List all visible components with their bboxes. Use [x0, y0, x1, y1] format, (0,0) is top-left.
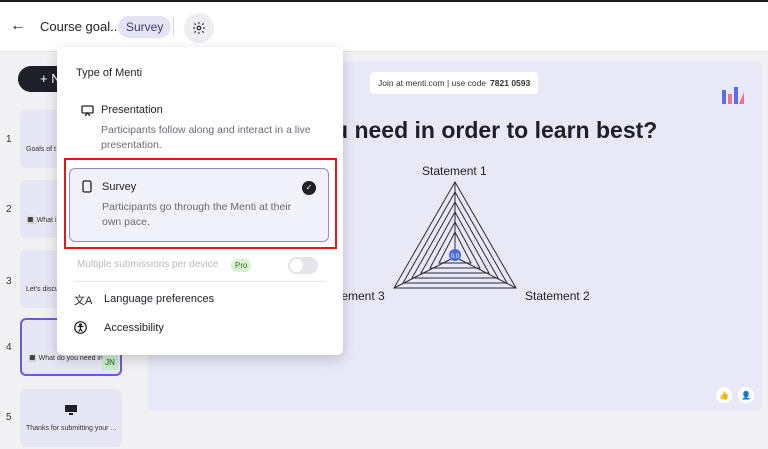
statement-1-label: Statement 1: [422, 164, 487, 178]
slide-number: 4: [6, 342, 12, 353]
presentation-icon: [81, 105, 94, 117]
slide-thumbnail-label: Thanks for submitting your ...: [26, 425, 117, 432]
slide-number: 5: [6, 412, 12, 423]
statement-3-label: tement 3: [338, 289, 385, 303]
join-code: 7821 0593: [490, 78, 531, 88]
option-presentation[interactable]: Presentation Participants follow along a…: [69, 97, 329, 155]
thumbs-up-icon[interactable]: 👍: [716, 387, 732, 403]
mentimeter-logo-icon: [722, 87, 744, 104]
slide-number: 2: [6, 204, 12, 215]
radar-chart: 0.0: [393, 180, 517, 289]
radar-center-value: 0.0: [451, 254, 460, 260]
slide-thumbnail-label: Let's discu: [26, 286, 59, 293]
participant-icon[interactable]: 👤: [738, 387, 754, 403]
translate-icon: 文A: [74, 295, 93, 307]
toggle-knob: [290, 259, 303, 272]
menu-divider: [74, 281, 326, 282]
option-description: Participants follow along and interact i…: [101, 124, 311, 151]
slide-thumbnail-label: 🔳 What i: [26, 217, 57, 224]
settings-button[interactable]: [184, 13, 214, 43]
type-badge[interactable]: Survey: [118, 16, 172, 38]
slide-thumbnail-5[interactable]: Thanks for submitting your ...: [20, 389, 122, 447]
join-text: Join at menti.com | use code: [378, 78, 487, 88]
popover-heading: Type of Menti: [76, 67, 143, 79]
accessibility-icon: [74, 321, 87, 334]
menu-item-label: Language preferences: [104, 293, 215, 305]
slide-number: 1: [6, 134, 12, 145]
collaborator-avatar: JN: [102, 356, 118, 370]
monitor-icon: [65, 405, 77, 415]
pro-badge: Pro: [231, 259, 252, 272]
option-title: Presentation: [101, 104, 163, 116]
back-arrow-icon[interactable]: ←: [10, 16, 26, 36]
statement-2-label: Statement 2: [525, 289, 590, 303]
slide-question: u need in order to learn best?: [334, 117, 658, 143]
multiple-submissions-label: Multiple submissions per device: [77, 259, 219, 270]
slide-thumbnail-label: Goals of t: [26, 146, 56, 153]
presentation-title[interactable]: Course goal...: [40, 19, 121, 34]
multiple-submissions-toggle[interactable]: [288, 257, 318, 274]
slide-number: 3: [6, 276, 12, 287]
language-preferences-item[interactable]: 文A Language preferences: [74, 292, 324, 308]
menu-item-label: Accessibility: [104, 322, 164, 334]
join-instructions: Join at menti.com | use code 7821 0593: [370, 72, 539, 94]
header-divider: [173, 18, 174, 36]
slide-thumbnail-label: 🔳 What do you need in: [28, 355, 103, 362]
accessibility-item[interactable]: Accessibility: [74, 321, 324, 337]
highlight-box: [64, 158, 337, 249]
top-bar: ← Course goal... Survey: [0, 0, 768, 52]
gear-icon: [193, 22, 205, 34]
